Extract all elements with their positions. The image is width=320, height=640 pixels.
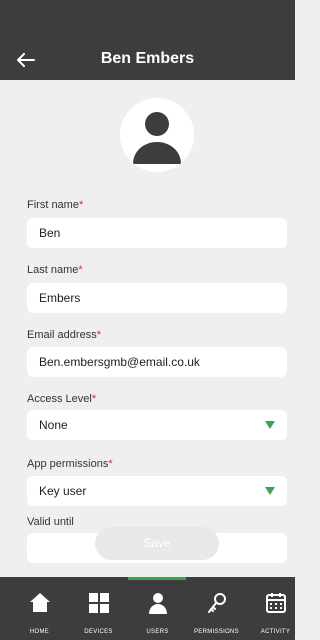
page-title: Ben Embers bbox=[100, 50, 195, 67]
tab-label: HOME bbox=[29, 629, 50, 635]
tab-label: ACTIVITY bbox=[260, 629, 291, 635]
home-icon bbox=[29, 593, 50, 612]
access-level-select[interactable]: None bbox=[27, 410, 287, 440]
last-name-field[interactable]: Embers bbox=[27, 283, 287, 313]
grid-icon bbox=[88, 593, 109, 613]
app-permissions-label: App permissions* bbox=[27, 458, 113, 470]
user-avatar-icon bbox=[133, 112, 181, 164]
tab-label: DEVICES bbox=[84, 629, 113, 635]
valid-until-label: Valid until bbox=[27, 516, 74, 528]
access-level-value: None bbox=[39, 418, 68, 432]
save-button[interactable]: Save bbox=[95, 527, 219, 560]
tab-activity[interactable]: ACTIVITY bbox=[246, 585, 305, 637]
dropdown-caret-icon bbox=[265, 421, 275, 429]
app-permissions-select[interactable]: Key user bbox=[27, 476, 287, 506]
app-header: Ben Embers bbox=[0, 40, 295, 80]
tab-devices[interactable]: DEVICES bbox=[69, 585, 128, 637]
status-bar bbox=[0, 0, 295, 40]
tab-home[interactable]: HOME bbox=[10, 585, 69, 637]
first-name-label: First name* bbox=[27, 199, 84, 211]
key-icon bbox=[207, 593, 226, 613]
email-label: Email address* bbox=[27, 329, 101, 341]
tab-permissions[interactable]: PERMISSIONS bbox=[187, 585, 246, 637]
access-level-label: Access Level* bbox=[27, 393, 97, 405]
tab-users[interactable]: USERS bbox=[128, 585, 187, 637]
bottom-tab-bar: HOME DEVICES USERS PERMISSIONS ACTIVITY bbox=[0, 577, 295, 640]
last-name-label: Last name* bbox=[27, 264, 83, 276]
tab-label: USERS bbox=[146, 629, 169, 635]
first-name-field[interactable]: Ben bbox=[27, 218, 287, 248]
dropdown-caret-icon bbox=[265, 487, 275, 495]
tab-label: PERMISSIONS bbox=[194, 629, 239, 635]
avatar[interactable] bbox=[120, 98, 194, 172]
email-field[interactable]: Ben.embersgmb@email.co.uk bbox=[27, 347, 287, 377]
calendar-icon bbox=[265, 593, 286, 613]
app-permissions-value: Key user bbox=[39, 484, 87, 498]
user-icon bbox=[148, 593, 167, 614]
active-tab-indicator bbox=[128, 577, 186, 580]
